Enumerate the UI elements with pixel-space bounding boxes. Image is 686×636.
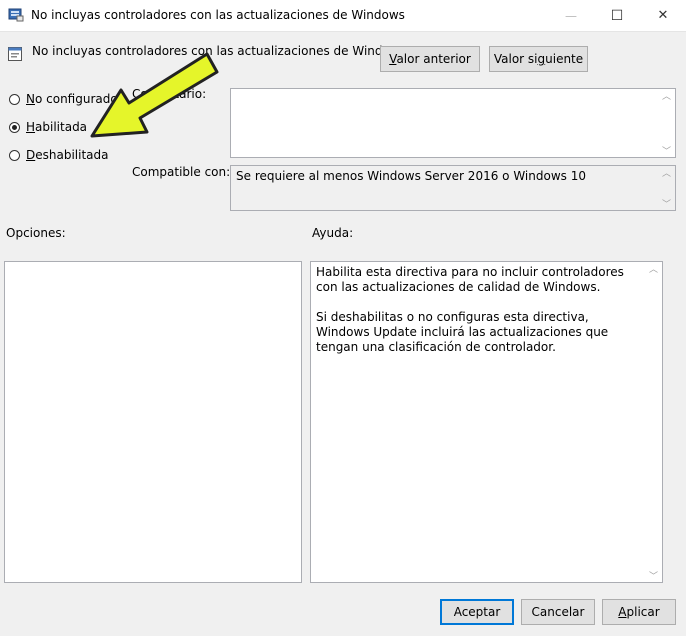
maximize-icon: ☐ (610, 7, 624, 24)
scroll-up-icon[interactable]: ︿ (662, 166, 671, 179)
window-title: No incluyas controladores con las actual… (31, 8, 405, 22)
cancel-label: Cancelar (531, 605, 585, 619)
apply-label: Aplicar (618, 605, 660, 619)
radio-circle[interactable] (9, 121, 20, 133)
policy-setting-icon (7, 46, 23, 62)
help-text: Habilita esta directiva para no incluir … (311, 262, 662, 358)
previous-setting-label: Valor anterior (389, 52, 471, 66)
scroll-up-icon[interactable]: ︿ (662, 89, 671, 102)
cancel-button[interactable]: Cancelar (521, 599, 595, 625)
radio-label: Deshabilitada (26, 148, 109, 162)
comment-scrollbar[interactable]: ︿ ﹀ (658, 89, 675, 157)
previous-setting-button[interactable]: Valor anterior (380, 46, 480, 72)
help-paragraph-2: Si deshabilitas o no configuras esta dir… (316, 310, 609, 354)
supported-text: Se requiere al menos Windows Server 2016… (236, 169, 586, 183)
radio-disabled[interactable]: Deshabilitada (9, 148, 109, 162)
close-icon: ✕ (657, 8, 669, 23)
radio-circle[interactable] (9, 149, 20, 161)
help-scrollbar[interactable]: ︿ ﹀ (645, 262, 662, 582)
help-label: Ayuda: (312, 226, 354, 240)
close-button[interactable]: ✕ (640, 0, 686, 31)
comment-field[interactable]: ︿ ﹀ (230, 88, 676, 158)
scroll-down-icon[interactable]: ﹀ (662, 144, 671, 157)
scroll-up-icon[interactable]: ︿ (649, 262, 658, 275)
scroll-down-icon[interactable]: ﹀ (649, 569, 658, 582)
title-bar: No incluyas controladores con las actual… (0, 0, 686, 32)
minimize-icon: — (565, 8, 577, 23)
next-setting-label: Valor siguiente (493, 52, 584, 66)
comment-text[interactable] (231, 89, 675, 95)
maximize-button[interactable]: ☐ (594, 0, 640, 31)
yellow-pointer-arrow-icon (90, 52, 219, 138)
radio-circle[interactable] (9, 93, 20, 105)
ok-button[interactable]: Aceptar (440, 599, 514, 625)
help-paragraph-1: Habilita esta directiva para no incluir … (316, 265, 624, 294)
options-panel (4, 261, 302, 583)
options-label: Opciones: (6, 226, 66, 240)
policy-editor-icon (8, 8, 24, 22)
scroll-down-icon[interactable]: ﹀ (662, 197, 671, 210)
apply-button[interactable]: Aplicar (602, 599, 676, 625)
next-setting-button[interactable]: Valor siguiente (489, 46, 588, 72)
supported-field: Se requiere al menos Windows Server 2016… (230, 165, 676, 211)
ok-label: Aceptar (453, 605, 501, 619)
supported-label: Compatible con: (132, 165, 231, 179)
help-panel: Habilita esta directiva para no incluir … (310, 261, 663, 583)
radio-selected-dot (12, 124, 17, 130)
minimize-button[interactable]: — (548, 0, 594, 31)
supported-scrollbar[interactable]: ︿ ﹀ (658, 166, 675, 210)
